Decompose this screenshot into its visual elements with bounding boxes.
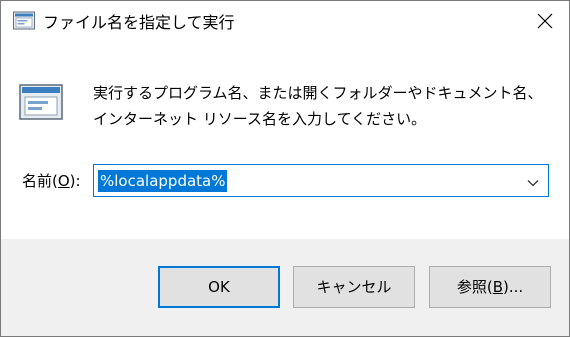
browse-label-prefix: 参照( [456,278,493,296]
close-icon [537,13,553,33]
title-bar[interactable]: ファイル名を指定して実行 [1,1,569,45]
browse-label-suffix: )... [503,278,524,296]
button-bar: OK キャンセル 参照(B)... [1,239,569,336]
cancel-button[interactable]: キャンセル [293,266,415,308]
run-app-icon [13,11,35,31]
chevron-down-icon [527,172,539,191]
run-window-icon [19,83,63,123]
open-combobox[interactable]: %localappdata% [93,164,549,197]
open-label-suffix: ): [69,172,81,190]
dropdown-button[interactable] [522,169,544,193]
browse-label-accelerator: B [492,278,503,296]
instruction-text: 実行するプログラム名、または開くフォルダーやドキュメント名、インターネット リソ… [93,84,543,128]
ok-button[interactable]: OK [158,266,280,308]
open-input[interactable]: %localappdata% [98,170,228,192]
run-dialog: ファイル名を指定して実行 実行するプログラム名、または開くフォルダーやドキュメン… [0,0,570,337]
open-label: 名前(O): [22,169,81,193]
open-label-accelerator: O [57,172,70,190]
open-label-prefix: 名前( [22,172,58,190]
browse-button[interactable]: 参照(B)... [429,266,551,308]
window-title: ファイル名を指定して実行 [43,13,235,32]
close-button[interactable] [521,1,569,45]
